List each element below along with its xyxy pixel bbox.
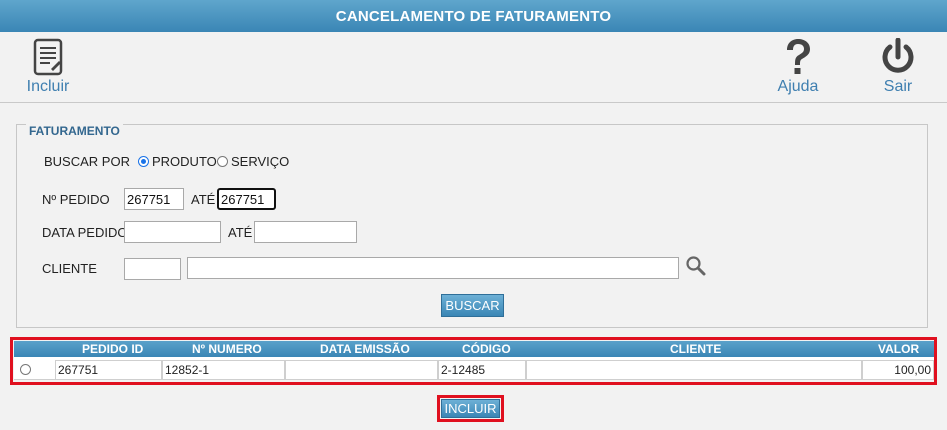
sair-tool-button[interactable]: Sair (872, 38, 924, 96)
incluir-tool-label: Incluir (26, 78, 70, 95)
incluir-button[interactable]: INCLUIR (441, 399, 500, 418)
data-from-input[interactable] (124, 221, 221, 243)
radio-servico-label[interactable]: SERVIÇO (231, 154, 289, 169)
pedido-to-input[interactable] (217, 188, 276, 210)
col-header-codigo[interactable]: CÓDIGO (462, 342, 511, 356)
cell-data-emissao (285, 360, 438, 380)
row-select-radio[interactable] (20, 364, 31, 375)
sair-tool-label: Sair (883, 78, 913, 95)
data-ate-label: ATÉ (228, 225, 253, 240)
radio-produto[interactable] (138, 156, 149, 167)
pedido-ate-label: ATÉ (191, 192, 216, 207)
cell-pedido-id: 267751 (55, 360, 162, 380)
col-header-valor[interactable]: VALOR (878, 342, 919, 356)
col-header-numero[interactable]: Nº NUMERO (192, 342, 262, 356)
col-header-data-emissao[interactable]: DATA EMISSÃO (320, 342, 410, 356)
cell-cliente (526, 360, 862, 380)
power-icon (882, 38, 914, 73)
cliente-name-input[interactable] (187, 257, 679, 279)
cell-numero: 12852-1 (162, 360, 285, 380)
cell-valor: 100,00 (862, 360, 934, 380)
window-title: CANCELAMENTO DE FATURAMENTO (0, 0, 947, 32)
pedido-label: Nº PEDIDO (42, 192, 110, 207)
table-row[interactable]: 267751 12852-1 2-12485 100,00 (14, 357, 934, 380)
radio-produto-label[interactable]: PRODUTO (152, 154, 217, 169)
toolbar: Incluir Ajuda Sair (0, 32, 947, 103)
incluir-tool-button[interactable]: Incluir (22, 38, 74, 96)
question-mark-icon (787, 39, 810, 74)
data-pedido-label: DATA PEDIDO (42, 225, 128, 240)
grid-header: PEDIDO ID Nº NUMERO DATA EMISSÃO CÓDIGO … (14, 341, 934, 357)
radio-servico[interactable] (217, 156, 228, 167)
col-header-cliente[interactable]: CLIENTE (670, 342, 721, 356)
document-edit-icon (33, 38, 63, 76)
ajuda-tool-button[interactable]: Ajuda (772, 38, 824, 96)
col-header-pedido-id[interactable]: PEDIDO ID (82, 342, 143, 356)
faturamento-legend: FATURAMENTO (26, 124, 123, 138)
cliente-label: CLIENTE (42, 261, 97, 276)
buscar-button[interactable]: BUSCAR (441, 294, 504, 317)
data-to-input[interactable] (254, 221, 357, 243)
cell-codigo: 2-12485 (438, 360, 526, 380)
results-grid: PEDIDO ID Nº NUMERO DATA EMISSÃO CÓDIGO … (14, 341, 934, 380)
cliente-code-input[interactable] (124, 258, 181, 280)
pedido-from-input[interactable] (124, 188, 184, 210)
buscar-por-label: BUSCAR POR (44, 154, 130, 169)
ajuda-tool-label: Ajuda (777, 78, 819, 95)
search-icon[interactable] (685, 255, 707, 277)
